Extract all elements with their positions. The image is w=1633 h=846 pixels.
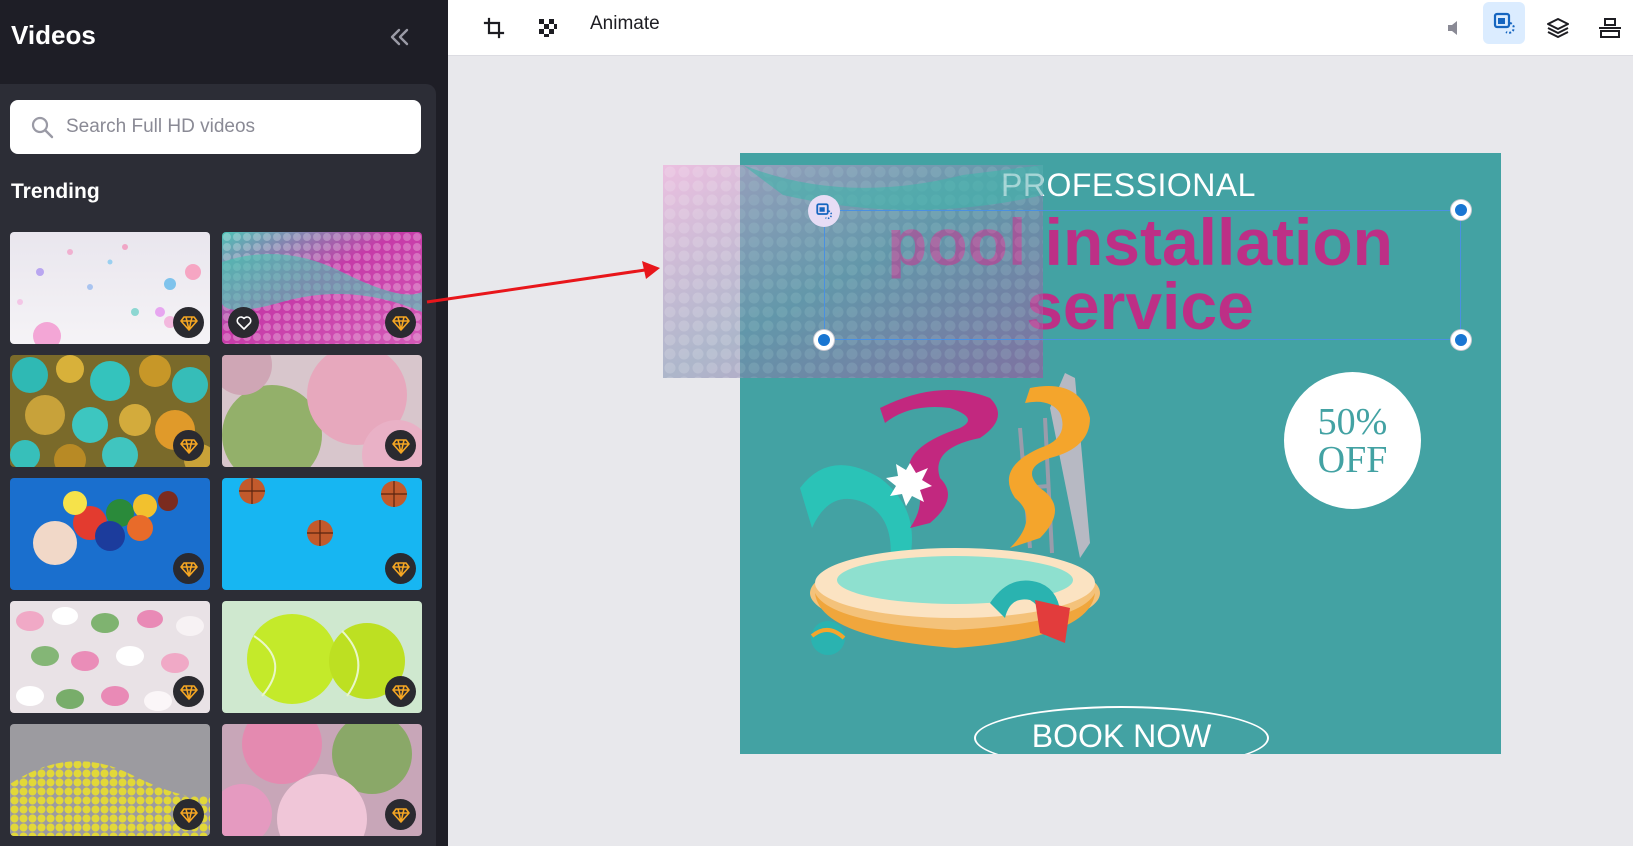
premium-badge xyxy=(173,307,204,338)
video-thumbnail-ball-pit[interactable] xyxy=(222,232,422,344)
search-box[interactable] xyxy=(10,100,421,154)
premium-badge xyxy=(385,430,416,461)
video-thumbnail-pink-felt-balls[interactable] xyxy=(222,724,422,836)
replace-button[interactable] xyxy=(1483,2,1525,44)
premium-badge xyxy=(173,553,204,584)
search-icon xyxy=(31,116,54,139)
premium-icon xyxy=(179,561,198,577)
premium-icon xyxy=(179,438,198,454)
resize-handle-bottom-right[interactable] xyxy=(1451,330,1471,350)
premium-badge xyxy=(385,553,416,584)
replace-icon xyxy=(816,203,833,220)
water-slide-illustration[interactable] xyxy=(790,368,1130,668)
resize-handle-top-right[interactable] xyxy=(1451,200,1471,220)
design-canvas[interactable]: PROFESSIONAL pool installation service 5… xyxy=(740,153,1501,754)
sidebar-header: Videos xyxy=(0,0,448,80)
premium-badge xyxy=(173,799,204,830)
favorite-button[interactable] xyxy=(228,307,259,338)
video-thumbnail-yellow-balls[interactable] xyxy=(10,724,210,836)
layers-icon xyxy=(1547,18,1569,38)
transparency-icon xyxy=(539,19,557,37)
crop-icon xyxy=(483,17,505,39)
premium-badge xyxy=(173,430,204,461)
video-thumbnail-tennis-balls[interactable] xyxy=(222,601,422,713)
drag-arrow xyxy=(426,261,660,304)
video-thumbnail-felt-balls[interactable] xyxy=(222,355,422,467)
video-thumbnail-floating-spheres[interactable] xyxy=(10,232,210,344)
search-input[interactable] xyxy=(66,100,406,154)
replace-icon xyxy=(1493,12,1515,34)
premium-icon xyxy=(391,684,410,700)
headline-line-1: pool installation xyxy=(887,205,1393,279)
align-button[interactable] xyxy=(1592,10,1628,46)
resize-handle-bottom-left[interactable] xyxy=(814,330,834,350)
layers-button[interactable] xyxy=(1540,10,1576,46)
premium-icon xyxy=(391,438,410,454)
editor-toolbar: Animate xyxy=(448,0,1633,56)
premium-icon xyxy=(179,684,198,700)
discount-off: OFF xyxy=(1317,438,1388,481)
premium-icon xyxy=(179,807,198,823)
animate-button[interactable]: Animate xyxy=(590,13,660,35)
headline-main-text[interactable]: pool installation service xyxy=(840,205,1440,343)
sidebar-title: Videos xyxy=(11,20,96,50)
premium-badge xyxy=(385,799,416,830)
collapse-sidebar-button[interactable] xyxy=(385,22,415,52)
premium-badge xyxy=(385,676,416,707)
headline-line-2: service xyxy=(1026,269,1254,343)
premium-icon xyxy=(391,561,410,577)
align-icon xyxy=(1599,18,1621,38)
sidebar-panel: Trending xyxy=(0,84,436,846)
crop-button[interactable] xyxy=(476,10,512,46)
heart-icon xyxy=(235,315,252,330)
mute-icon xyxy=(1448,21,1457,35)
headline-professional[interactable]: PROFESSIONAL xyxy=(740,167,1501,204)
videos-sidebar: Videos Trending xyxy=(0,0,448,846)
video-thumbnail-striped-balls[interactable] xyxy=(10,355,210,467)
video-thumbnail-billiard-balls[interactable] xyxy=(10,478,210,590)
section-label-trending: Trending xyxy=(11,180,100,203)
double-chevron-left-icon xyxy=(390,28,409,46)
video-thumbnail-basketballs[interactable] xyxy=(222,478,422,590)
discount-badge[interactable]: 50% OFF xyxy=(1284,372,1421,509)
premium-icon xyxy=(179,315,198,331)
premium-icon xyxy=(391,315,410,331)
mute-button[interactable] xyxy=(1436,10,1472,46)
replace-media-handle[interactable] xyxy=(808,195,840,227)
premium-badge xyxy=(385,307,416,338)
discount-percent: 50% xyxy=(1317,400,1388,443)
video-thumbnail-candy-eggs[interactable] xyxy=(10,601,210,713)
premium-icon xyxy=(391,807,410,823)
premium-badge xyxy=(173,676,204,707)
transparency-button[interactable] xyxy=(530,10,566,46)
book-now-button[interactable]: BOOK NOW xyxy=(974,706,1269,754)
book-now-label: BOOK NOW xyxy=(1031,718,1212,754)
